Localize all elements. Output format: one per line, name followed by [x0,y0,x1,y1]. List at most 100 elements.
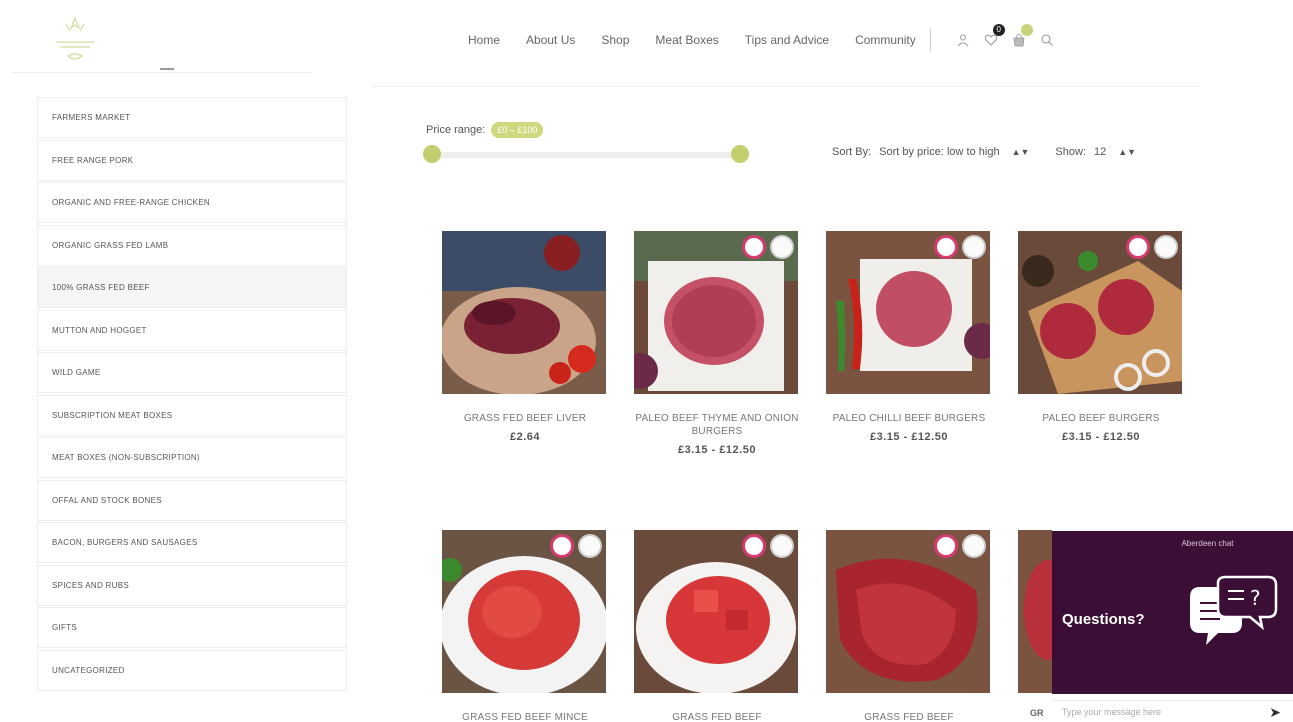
account-icon[interactable] [955,32,971,48]
sort-select[interactable]: Sort by price: low to high ▲​▼ [879,146,1029,158]
category-bacon-burgers[interactable]: BACON, BURGERS AND SAUSAGES [37,522,347,563]
certification-badges [738,534,794,558]
logo-icon [56,16,94,60]
product-card[interactable] [1018,530,1052,693]
product-card[interactable]: GRASS FED BEEF [826,530,992,722]
organic-certified-icon [1154,235,1178,259]
product-image[interactable] [826,231,990,394]
category-wild-game[interactable]: WILD GAME [37,352,347,393]
product-name[interactable]: PALEO CHILLI BEEF BURGERS [826,412,992,425]
header-divider [12,72,312,73]
wishlist-icon[interactable]: 0 [983,24,1005,48]
site-logo[interactable] [40,14,110,68]
price-range-label: Price range: £0 – £100 [426,122,544,138]
organic-certified-icon [770,534,794,558]
show-controls: Show: 12 ▲​▼ [1055,146,1136,158]
chat-question: Questions? [1062,611,1145,628]
nav-tips-and-advice[interactable]: Tips and Advice [745,33,829,47]
product-image[interactable] [634,530,798,693]
pasture-certified-icon [742,235,766,259]
product-price: £2.64 [509,431,541,443]
organic-certified-icon [962,534,986,558]
pasture-certified-icon [550,534,574,558]
product-image[interactable] [442,231,606,394]
chat-widget[interactable]: Aberdeen chat Questions? ? [1052,531,1293,694]
product-name[interactable]: PALEO BEEF THYME AND ONION BURGERS [634,412,800,438]
sort-controls: Sort By: Sort by price: low to high ▲​▼ … [832,146,1136,158]
price-slider-min-handle[interactable] [423,145,441,163]
product-name[interactable]: GRASS FED BEEF MINCE [442,711,608,722]
organic-certified-icon [962,235,986,259]
category-uncategorized[interactable]: UNCATEGORIZED [37,649,347,691]
cart-badge [1020,24,1033,36]
certification-badges [930,534,986,558]
product-name-partial: GR [1030,708,1044,718]
product-card[interactable]: GRASS FED BEEF MINCE [442,530,608,722]
category-grass-fed-beef[interactable]: 100% GRASS FED BEEF [37,267,347,308]
site-header: Home About Us Shop Meat Boxes Tips and A… [0,0,1293,78]
category-farmers-market[interactable]: FARMERS MARKET [37,97,347,138]
price-slider-track[interactable] [432,152,740,158]
product-name[interactable]: GRASS FED BEEF LIVER [442,412,608,425]
product-image[interactable] [634,231,798,394]
chat-input[interactable]: Type your message here ➤ [1052,700,1293,722]
search-icon[interactable] [1039,32,1055,48]
page: Home About Us Shop Meat Boxes Tips and A… [0,0,1293,722]
show-select[interactable]: 12 ▲​▼ [1094,146,1136,158]
category-organic-chicken[interactable]: ORGANIC AND FREE-RANGE CHICKEN [37,182,347,223]
price-range-text: Price range: [426,124,486,136]
category-gifts[interactable]: GIFTS [37,607,347,648]
product-name[interactable]: GRASS FED BEEF [634,711,800,722]
show-select-value: 12 [1093,146,1107,158]
sort-label: Sort By: [832,146,872,158]
product-card[interactable]: PALEO CHILLI BEEF BURGERS £3.15 - £12.50 [826,231,992,443]
product-card[interactable]: GRASS FED BEEF LIVER £2.64 [442,231,608,443]
nav-about-us[interactable]: About Us [526,33,575,47]
pasture-certified-icon [934,235,958,259]
content-top-divider [372,86,1198,87]
product-card[interactable]: PALEO BEEF BURGERS £3.15 - £12.50 [1018,231,1184,443]
category-subscription-boxes[interactable]: SUBSCRIPTION MEAT BOXES [37,394,347,436]
certification-badges [546,534,602,558]
sort-select-value: Sort by price: low to high [879,146,1000,158]
price-slider-max-handle[interactable] [731,145,749,163]
cart-icon[interactable] [1011,24,1033,48]
chat-bubble-icon: ? [1190,575,1278,645]
category-free-range-pork[interactable]: FREE RANGE PORK [37,139,347,181]
product-price: £3.15 - £12.50 [1062,431,1140,443]
product-price: £3.15 - £12.50 [870,431,948,443]
product-image[interactable] [826,530,990,693]
product-card[interactable]: GRASS FED BEEF [634,530,800,722]
pasture-certified-icon [742,534,766,558]
category-offal-bones[interactable]: OFFAL AND STOCK BONES [37,479,347,521]
pasture-certified-icon [934,534,958,558]
nav-shop[interactable]: Shop [601,33,629,47]
product-card[interactable]: PALEO BEEF THYME AND ONION BURGERS £3.15… [634,231,800,456]
header-dash [160,68,174,70]
category-mutton-hogget[interactable]: MUTTON AND HOGGET [37,309,347,351]
product-image[interactable] [442,530,606,693]
main-nav: Home About Us Shop Meat Boxes Tips and A… [468,24,1055,51]
nav-meat-boxes[interactable]: Meat Boxes [655,33,718,47]
category-spices-rubs[interactable]: SPICES AND RUBS [37,564,347,606]
product-image[interactable] [1018,231,1182,394]
category-sidebar: FARMERS MARKET FREE RANGE PORK ORGANIC A… [37,97,347,692]
nav-home[interactable]: Home [468,33,500,47]
price-range-value: £0 – £100 [491,122,544,138]
sort-select-arrows-icon: ▲​▼ [1011,147,1030,157]
product-name[interactable]: GRASS FED BEEF [826,711,992,722]
chat-input-placeholder: Type your message here [1062,706,1162,717]
product-price: £3.15 - £12.50 [678,444,756,456]
send-arrow-icon[interactable]: ➤ [1269,704,1281,721]
nav-separator [929,29,931,51]
show-label: Show: [1055,146,1086,158]
cart-count-badge: 0 [992,24,1005,36]
certification-badges [738,235,794,259]
nav-community[interactable]: Community [855,33,916,47]
chat-header: Aberdeen chat [1181,539,1234,548]
product-image[interactable] [1018,530,1052,693]
category-meat-boxes[interactable]: MEAT BOXES (NON-SUBSCRIPTION) [37,437,347,478]
organic-certified-icon [578,534,602,558]
category-organic-lamb[interactable]: ORGANIC GRASS FED LAMB [37,224,347,266]
product-name[interactable]: PALEO BEEF BURGERS [1018,412,1184,425]
